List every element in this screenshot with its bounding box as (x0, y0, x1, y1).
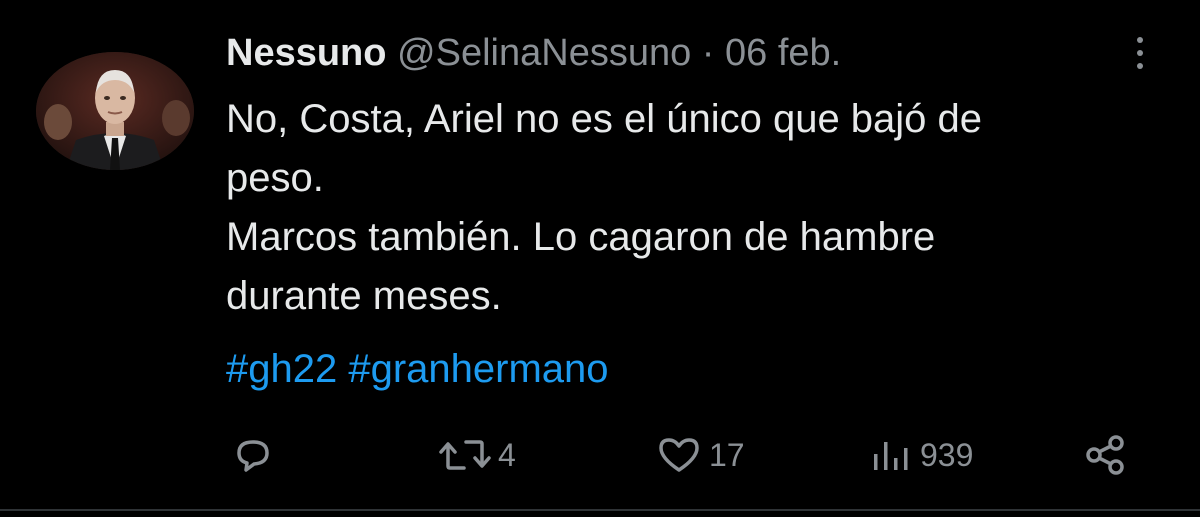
avatar[interactable] (36, 52, 194, 170)
heart-icon (659, 438, 699, 472)
like-count: 17 (709, 436, 745, 473)
tweet-text-line: Marcos también. Lo cagaron de hambre (226, 215, 936, 259)
views-count: 939 (920, 436, 974, 473)
tweet-text-line: No, Costa, Ariel no es el único que bajó… (226, 97, 983, 141)
retweet-icon (439, 440, 491, 470)
hashtag-link[interactable]: #granhermano (348, 347, 608, 391)
retweet-button[interactable]: 4 (438, 430, 516, 480)
retweet-count: 4 (498, 436, 516, 473)
tweet-date[interactable]: 06 feb. (725, 32, 841, 74)
header-separator: · (701, 32, 715, 74)
tweet: Nessuno @SelinaNessuno · 06 feb. No, Cos… (0, 0, 1200, 517)
user-handle[interactable]: @SelinaNessuno (397, 32, 691, 74)
share-button[interactable] (1082, 430, 1128, 480)
tweet-header: Nessuno @SelinaNessuno · 06 feb. (226, 30, 841, 76)
more-options-icon[interactable] (1125, 33, 1155, 73)
tweet-text-line: durante meses. (226, 274, 502, 318)
divider (0, 509, 1200, 511)
share-icon (1086, 435, 1124, 475)
display-name[interactable]: Nessuno (226, 32, 386, 74)
like-button[interactable]: 17 (655, 430, 745, 480)
views-bar-icon (874, 442, 908, 470)
reply-icon (237, 440, 269, 472)
hashtags: #gh22 #granhermano (226, 340, 609, 399)
reply-button[interactable] (230, 430, 276, 480)
avatar-photo (36, 52, 194, 170)
views-button[interactable]: 939 (868, 430, 973, 480)
tweet-actions: 4 17 939 (0, 420, 1200, 490)
tweet-text: No, Costa, Ariel no es el único que bajó… (226, 90, 1166, 326)
hashtag-link[interactable]: #gh22 (226, 347, 337, 391)
tweet-text-line: peso. (226, 156, 324, 200)
